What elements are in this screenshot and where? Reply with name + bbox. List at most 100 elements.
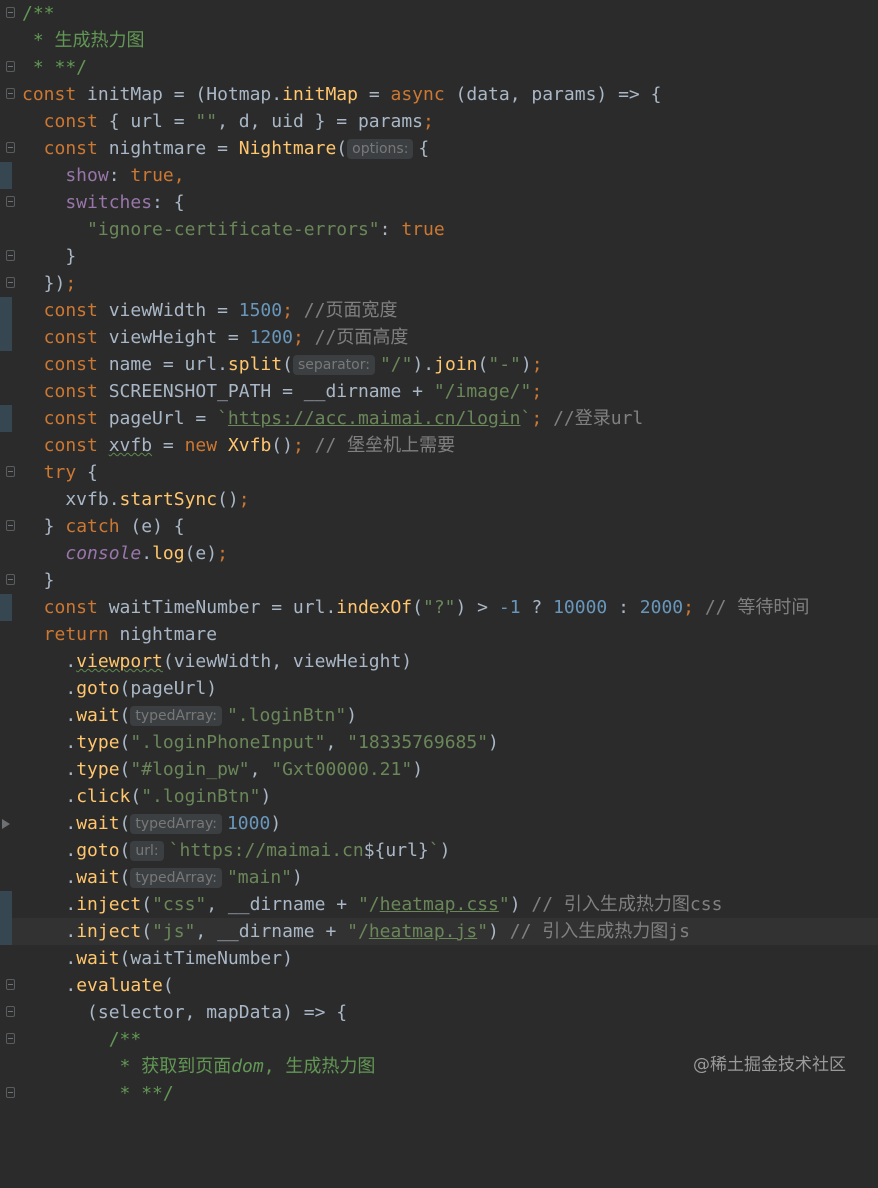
function-name: goto xyxy=(76,840,120,861)
code-line[interactable]: const SCREENSHOT_PATH = __dirname + "/im… xyxy=(0,378,878,405)
keyword: true xyxy=(401,219,445,240)
code-line[interactable]: show: true, xyxy=(0,162,878,189)
code-line[interactable]: }); xyxy=(0,270,878,297)
parameter-hint: typedArray: xyxy=(130,814,222,834)
fold-icon[interactable] xyxy=(6,277,15,288)
punctuation: ( xyxy=(119,813,131,834)
code-line[interactable]: /** xyxy=(0,1026,878,1053)
number: 10000 xyxy=(553,597,608,618)
fold-icon[interactable] xyxy=(6,466,15,477)
punctuation: . xyxy=(22,705,77,726)
code-text: name = url. xyxy=(108,354,228,375)
code-line[interactable]: * 生成热力图 xyxy=(0,27,878,54)
code-line[interactable]: * **/ xyxy=(0,54,878,81)
string: "?" xyxy=(422,597,456,618)
string: ".loginPhoneInput" xyxy=(130,732,326,753)
code-line[interactable]: .goto(url: `https://maimai.cn${url}`) xyxy=(0,837,878,864)
code-line[interactable]: const nightmare = Nightmare(options:{ xyxy=(0,135,878,162)
identifier: nightmare xyxy=(119,624,218,645)
fold-icon[interactable] xyxy=(6,1087,15,1098)
code-line[interactable]: xvfb.startSync(); xyxy=(0,486,878,513)
string: "ignore-certificate-errors" xyxy=(87,219,380,240)
keyword: const xyxy=(22,597,109,618)
breakpoint-arrow-icon[interactable] xyxy=(2,819,10,829)
code-line[interactable]: .type(".loginPhoneInput", "18335769685") xyxy=(0,729,878,756)
fold-icon[interactable] xyxy=(6,7,15,18)
code-line[interactable]: } xyxy=(0,243,878,270)
keyword: new xyxy=(184,435,228,456)
code-line[interactable]: const initMap = (Hotmap.initMap = async … xyxy=(0,81,878,108)
punctuation: . xyxy=(141,543,153,564)
code-line[interactable]: } xyxy=(0,567,878,594)
punctuation: ( xyxy=(141,921,153,942)
code-line[interactable]: "ignore-certificate-errors": true xyxy=(0,216,878,243)
code-line[interactable]: const name = url.split(separator: "/").jo… xyxy=(0,351,878,378)
code-line[interactable]: * **/ xyxy=(0,1080,878,1107)
code-line[interactable]: return nightmare xyxy=(0,621,878,648)
code-line[interactable]: .goto(pageUrl) xyxy=(0,675,878,702)
code-text: , d, uid } = params xyxy=(217,111,423,132)
code-line[interactable]: .viewport(viewWidth, viewHeight) xyxy=(0,648,878,675)
function-name: Nightmare xyxy=(238,138,337,159)
change-marker xyxy=(0,324,12,351)
code-line[interactable]: .wait(typedArray: "main") xyxy=(0,864,878,891)
code-line[interactable]: const xvfb = new Xvfb(); // 堡垒机上需要 xyxy=(0,432,878,459)
fold-icon[interactable] xyxy=(6,1033,15,1044)
code-text: , __dirname + xyxy=(206,894,358,915)
punctuation: ( xyxy=(412,597,423,618)
code-line[interactable]: .inject("css", __dirname + "/heatmap.css… xyxy=(0,891,878,918)
function-name: split xyxy=(227,354,283,375)
fold-icon[interactable] xyxy=(6,196,15,207)
file-link[interactable]: heatmap.js xyxy=(369,921,477,942)
template-expression: ${url} xyxy=(363,840,429,861)
punctuation: ) xyxy=(260,786,272,807)
identifier: Hotmap xyxy=(206,84,272,105)
keyword: const xyxy=(22,408,109,429)
code-editor[interactable]: /** * 生成热力图 * **/ const initMap = (Hotma… xyxy=(0,0,878,1104)
code-line[interactable]: console.log(e); xyxy=(0,540,878,567)
code-line[interactable]: .wait(typedArray: ".loginBtn") xyxy=(0,702,878,729)
code-text: xvfb. xyxy=(22,489,120,510)
doc-comment: , 生成热力图 xyxy=(263,1056,376,1077)
fold-icon[interactable] xyxy=(6,142,15,153)
string: "-" xyxy=(488,354,521,375)
function-name: startSync xyxy=(119,489,218,510)
code-line[interactable]: } catch (e) { xyxy=(0,513,878,540)
punctuation: = xyxy=(152,435,185,456)
code-line[interactable]: const viewWidth = 1500; //页面宽度 xyxy=(0,297,878,324)
fold-icon[interactable] xyxy=(6,250,15,261)
code-line[interactable]: /** xyxy=(0,0,878,27)
file-link[interactable]: heatmap.css xyxy=(380,894,499,915)
code-line[interactable]: .click(".loginBtn") xyxy=(0,783,878,810)
code-text: ) > xyxy=(455,597,499,618)
code-text: (pageUrl) xyxy=(119,678,218,699)
parameter-hint: separator: xyxy=(292,355,375,375)
code-line[interactable]: .type("#login_pw", "Gxt00000.21") xyxy=(0,756,878,783)
fold-icon[interactable] xyxy=(6,574,15,585)
code-line[interactable]: (selector, mapData) => { xyxy=(0,999,878,1026)
string: "css" xyxy=(152,894,207,915)
fold-icon[interactable] xyxy=(6,88,15,99)
code-line[interactable]: try { xyxy=(0,459,878,486)
url-link[interactable]: https://acc.maimai.cn/login xyxy=(228,408,521,429)
fold-icon[interactable] xyxy=(6,1006,15,1017)
class-name: Xvfb xyxy=(227,435,272,456)
string: "js" xyxy=(152,921,196,942)
code-line[interactable]: const viewHeight = 1200; //页面高度 xyxy=(0,324,878,351)
current-line[interactable]: .inject("js", __dirname + "/heatmap.js")… xyxy=(0,918,878,945)
code-line[interactable]: const { url = "", d, uid } = params; xyxy=(0,108,878,135)
code-line[interactable]: switches: { xyxy=(0,189,878,216)
code-text: (e) { xyxy=(130,516,185,537)
punctuation: . xyxy=(22,786,77,807)
code-line[interactable]: .wait(waitTimeNumber) xyxy=(0,945,878,972)
keyword: const xyxy=(22,327,109,348)
fold-icon[interactable] xyxy=(6,979,15,990)
fold-icon[interactable] xyxy=(6,61,15,72)
code-line[interactable]: .wait(typedArray: 1000) xyxy=(0,810,878,837)
code-line[interactable]: .evaluate( xyxy=(0,972,878,999)
fold-icon[interactable] xyxy=(6,520,15,531)
code-line[interactable]: const waitTimeNumber = url.indexOf("?") … xyxy=(0,594,878,621)
code-line[interactable]: const pageUrl = `https://acc.maimai.cn/l… xyxy=(0,405,878,432)
punctuation: ) xyxy=(270,813,282,834)
